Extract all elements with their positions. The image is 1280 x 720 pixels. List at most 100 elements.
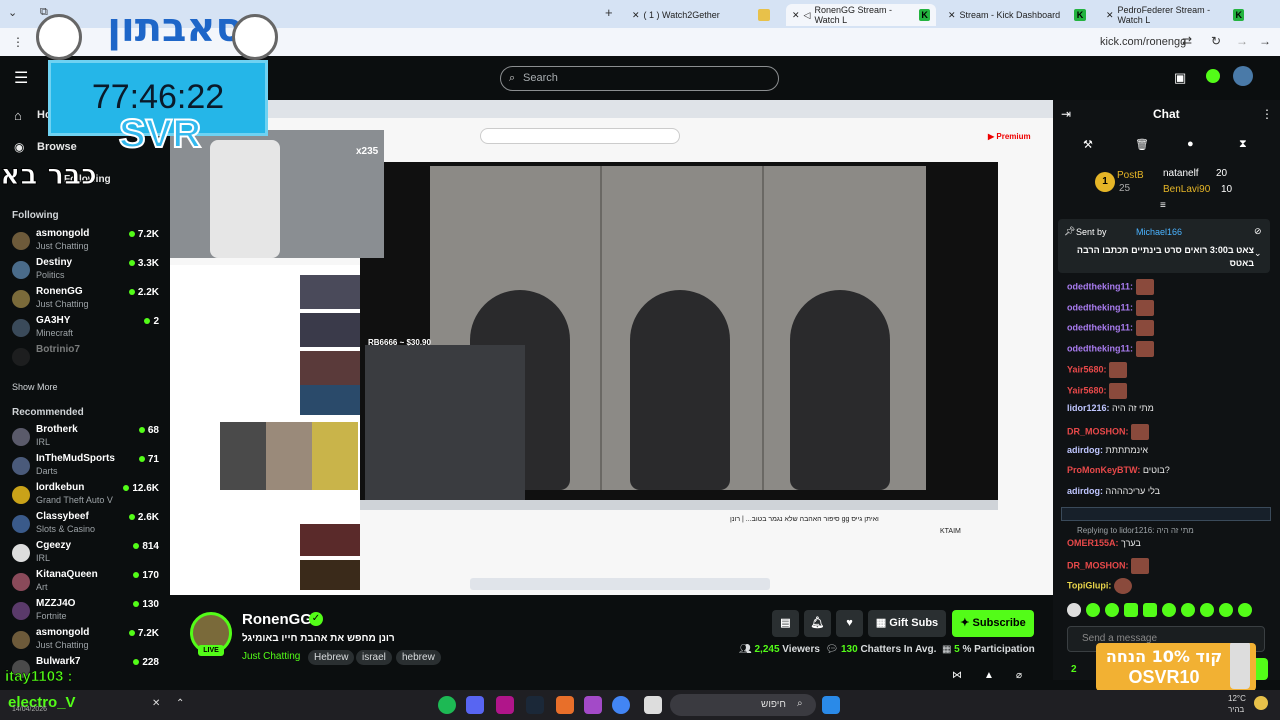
emote-icon[interactable]: [1086, 603, 1100, 617]
back-icon[interactable]: →: [1259, 34, 1271, 48]
channel-row[interactable]: GA3HY Minecraft 2: [8, 313, 163, 342]
menu-icon[interactable]: ☰: [14, 68, 28, 88]
tag-chip[interactable]: Hebrew: [308, 650, 355, 665]
url-field[interactable]: kick.com/ronengg: [1100, 36, 1186, 48]
chat-username[interactable]: Yair5680:: [1067, 364, 1107, 374]
streamer-name[interactable]: RonenGG: [242, 611, 312, 628]
emote-icon[interactable]: [1219, 603, 1233, 617]
channel-row[interactable]: Classybeef Slots & Casino 2.6K: [8, 509, 163, 538]
emote-icon[interactable]: [1238, 603, 1252, 617]
file-explorer-icon[interactable]: [644, 696, 662, 714]
sidebar-item-browse[interactable]: Browse: [37, 141, 77, 153]
gift-subs-button[interactable]: ▦ Gift Subs: [868, 610, 946, 637]
discord-icon[interactable]: [466, 696, 484, 714]
channel-row[interactable]: RonenGG Just Chatting 2.2K: [8, 284, 163, 313]
emote-bar[interactable]: [1067, 603, 1273, 619]
live-badge: LIVE: [198, 645, 224, 656]
chat-menu-icon[interactable]: ⋮: [1261, 107, 1273, 121]
chat-username[interactable]: odedtheking11:: [1067, 302, 1133, 312]
close-icon[interactable]: ✕: [632, 10, 640, 21]
emote-icon[interactable]: [1105, 603, 1119, 617]
translate-icon[interactable]: ⇄: [1182, 34, 1192, 48]
taskbar-search[interactable]: חיפוש: [670, 694, 816, 716]
channel-row[interactable]: MZZJ4O Fortnite 130: [8, 596, 163, 625]
chat-username[interactable]: adirdog:: [1067, 445, 1103, 455]
filter-icon[interactable]: ≡: [1160, 200, 1166, 211]
channel-row[interactable]: asmongold Just Chatting 7.2K: [8, 625, 163, 654]
emote-icon[interactable]: [1143, 603, 1157, 617]
clip-button[interactable]: ▤: [772, 610, 799, 637]
hide-icon[interactable]: ⌀: [1016, 670, 1022, 681]
collapse-chat-icon[interactable]: ⇥: [1061, 107, 1071, 121]
chat-username[interactable]: odedtheking11:: [1067, 323, 1133, 333]
chat-username[interactable]: TopiGlupi:: [1067, 580, 1111, 590]
tab-watch2gether[interactable]: ✕ ( 1 ) Watch2Gether: [626, 4, 776, 26]
chat-username[interactable]: odedtheking11:: [1067, 281, 1133, 291]
app-icon[interactable]: [556, 696, 574, 714]
mod-hammer-icon[interactable]: ⚒: [1083, 138, 1093, 151]
close-icon[interactable]: ✕: [792, 10, 800, 21]
category-link[interactable]: Just Chatting: [242, 651, 300, 662]
follow-heart-icon[interactable]: ♥: [836, 610, 863, 637]
new-tab-icon[interactable]: +: [605, 5, 613, 20]
search-input[interactable]: ⌕ Search: [500, 66, 779, 91]
kick-coin-icon[interactable]: [1206, 69, 1220, 83]
chat-username[interactable]: Yair5680:: [1067, 385, 1107, 395]
rewards-icon[interactable]: ▣: [1174, 70, 1186, 86]
show-more-link[interactable]: Show More: [12, 382, 58, 392]
channel-row[interactable]: Botrinio7: [8, 342, 163, 371]
trash-icon[interactable]: 🗑︎: [1135, 138, 1149, 151]
windows-start-icon[interactable]: [822, 696, 840, 714]
tab-ronengg[interactable]: ✕ ◁ RonenGG Stream - Watch L K: [786, 4, 936, 26]
mute-icon[interactable]: ✕: [152, 698, 160, 709]
home-icon[interactable]: ⌂: [14, 108, 22, 123]
chat-username[interactable]: DR_MOSHON:: [1067, 560, 1129, 570]
video-player[interactable]: ▶ Premium RB6666 ~ $30.90 סיפור האהבה של…: [170, 100, 1053, 595]
chat-username[interactable]: lidor1216:: [1067, 403, 1110, 413]
slow-mode-icon[interactable]: ⧗: [1239, 138, 1247, 151]
channel-row[interactable]: lordkebun Grand Theft Auto V 12.6K: [8, 480, 163, 509]
tab-search-icon[interactable]: ⌄: [8, 6, 17, 19]
avatar[interactable]: [1233, 66, 1253, 86]
spotify-icon[interactable]: [438, 696, 456, 714]
chevron-down-icon[interactable]: ⌄: [1254, 248, 1262, 259]
report-icon[interactable]: ▲: [984, 670, 994, 681]
reload-icon[interactable]: ↻: [1211, 34, 1221, 48]
chat-settings-icon[interactable]: ●: [1187, 138, 1194, 150]
channel-row[interactable]: asmongold Just Chatting 7.2K: [8, 226, 163, 255]
chat-username[interactable]: OMER155A:: [1067, 538, 1119, 548]
emote-icon[interactable]: [1181, 603, 1195, 617]
chevron-up-icon[interactable]: ⌃: [176, 698, 184, 709]
close-icon[interactable]: ✕: [1106, 10, 1114, 21]
menu-dots-icon[interactable]: ⋮: [12, 35, 24, 49]
browse-icon[interactable]: ◉: [14, 140, 24, 154]
notify-bell-icon[interactable]: 🔔︎: [804, 610, 831, 637]
tag-chip[interactable]: hebrew: [396, 650, 441, 665]
chat-username[interactable]: odedtheking11:: [1067, 343, 1133, 353]
share-icon[interactable]: ⋈: [952, 670, 962, 681]
app-icon[interactable]: [496, 696, 514, 714]
chrome-icon[interactable]: [612, 696, 630, 714]
forward-icon[interactable]: →: [1236, 34, 1248, 48]
channel-row[interactable]: Brotherk IRL 68: [8, 422, 163, 451]
tab-pedrofederer[interactable]: ✕ PedroFederer Stream - Watch L K: [1100, 4, 1250, 26]
channel-row[interactable]: KitanaQueen Art 170: [8, 567, 163, 596]
subscribe-button[interactable]: ✦ Subscribe: [952, 610, 1034, 637]
chat-username[interactable]: ProMonKeyBTW:: [1067, 465, 1140, 475]
tab-kick-dashboard[interactable]: ✕ Stream - Kick Dashboard K: [942, 4, 1092, 26]
app-icon[interactable]: [584, 696, 602, 714]
emote-icon[interactable]: [1067, 603, 1081, 617]
unpin-icon[interactable]: ⊘: [1254, 226, 1262, 237]
facecam-counter: x235: [356, 146, 379, 157]
channel-row[interactable]: InTheMudSports Darts 71: [8, 451, 163, 480]
emote-icon[interactable]: [1162, 603, 1176, 617]
emote-icon[interactable]: [1200, 603, 1214, 617]
chat-username[interactable]: adirdog:: [1067, 486, 1103, 496]
channel-row[interactable]: Destiny Politics 3.3K: [8, 255, 163, 284]
close-icon[interactable]: ✕: [948, 10, 956, 21]
channel-row[interactable]: Cgeezy IRL 814: [8, 538, 163, 567]
steam-icon[interactable]: [526, 696, 544, 714]
chat-username[interactable]: DR_MOSHON:: [1067, 426, 1129, 436]
tag-chip[interactable]: israel: [356, 650, 392, 665]
emote-icon[interactable]: [1124, 603, 1138, 617]
